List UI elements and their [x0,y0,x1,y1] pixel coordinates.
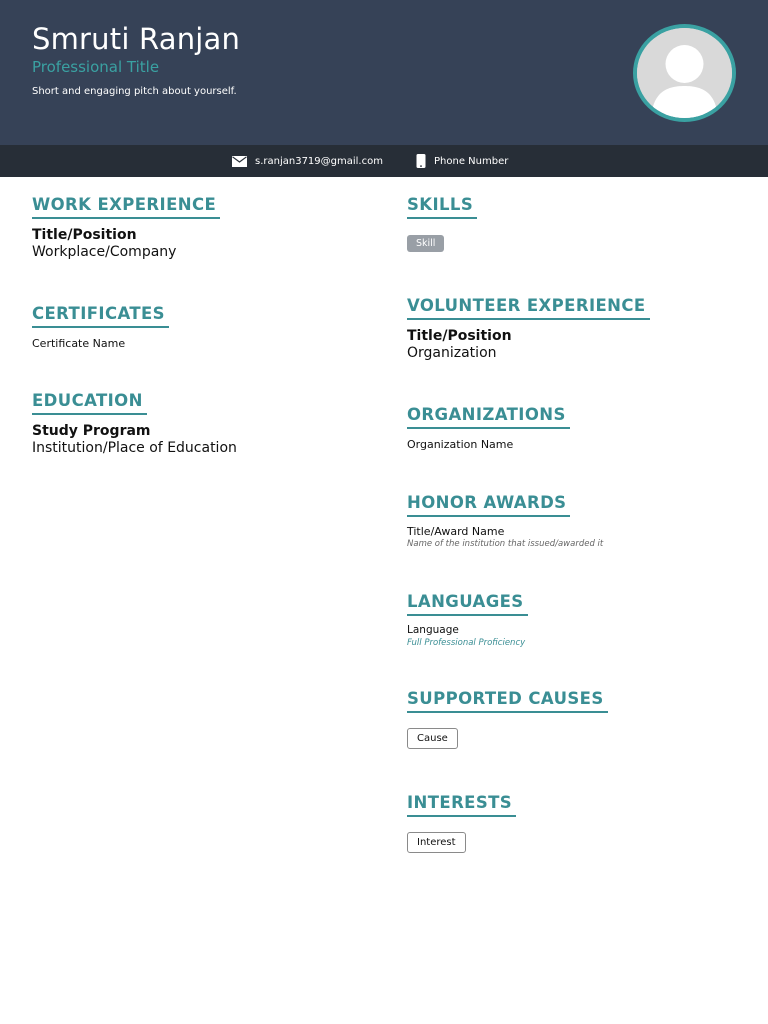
volunteer-organization: Organization [407,345,497,361]
contact-bar: s.ranjan3719@gmail.com Phone Number [0,145,768,177]
work-title: Title/Position [32,227,137,243]
phone-contact[interactable]: Phone Number [416,145,508,177]
avatar[interactable] [633,24,736,122]
volunteer-title: Title/Position [407,328,512,344]
phone-icon [416,154,426,168]
education-section: EDUCATION Study Program Institution/Plac… [32,391,237,457]
candidate-name: Smruti Ranjan [32,22,241,56]
award-title: Title/Award Name [407,525,505,538]
volunteer-section: VOLUNTEER EXPERIENCE Title/Position Orga… [407,296,650,362]
professional-title: Professional Title [32,58,160,76]
work-company: Workplace/Company [32,244,177,260]
education-program: Study Program [32,423,151,439]
languages-section: LANGUAGES Language Full Professional Pro… [407,592,528,648]
skills-heading: SKILLS [407,195,478,219]
certificates-heading: CERTIFICATES [32,304,169,328]
resume-header: Smruti Ranjan Professional Title Short a… [0,0,768,145]
organizations-heading: ORGANIZATIONS [407,405,570,429]
pitch-text: Short and engaging pitch about yourself. [32,86,237,97]
award-issuer: Name of the institution that issued/awar… [407,539,604,549]
skill-chip: Skill [407,235,445,252]
language-proficiency: Full Professional Proficiency [407,638,526,648]
honor-awards-heading: HONOR AWARDS [407,493,571,517]
honor-awards-section: HONOR AWARDS Title/Award Name Name of th… [407,493,603,549]
interest-tag: Interest [407,832,466,853]
languages-heading: LANGUAGES [407,592,528,616]
email-text: s.ranjan3719@gmail.com [255,155,383,167]
education-heading: EDUCATION [32,391,147,415]
supported-causes-section: SUPPORTED CAUSES Cause [407,689,608,749]
organization-name: Organization Name [407,438,514,451]
skills-section: SKILLS Skill [407,195,478,252]
phone-text: Phone Number [434,155,509,167]
education-institution: Institution/Place of Education [32,440,237,456]
supported-causes-heading: SUPPORTED CAUSES [407,689,608,713]
user-silhouette-icon [637,28,732,118]
interests-heading: INTERESTS [407,793,517,817]
email-contact[interactable]: s.ranjan3719@gmail.com [232,145,383,177]
certificate-name: Certificate Name [32,337,126,350]
volunteer-heading: VOLUNTEER EXPERIENCE [407,296,650,320]
work-experience-section: WORK EXPERIENCE Title/Position Workplace… [32,195,221,261]
language-name: Language [407,624,459,636]
envelope-icon [232,155,247,167]
interests-section: INTERESTS Interest [407,793,517,853]
certificates-section: CERTIFICATES Certificate Name [32,304,169,350]
cause-tag: Cause [407,728,458,749]
work-experience-heading: WORK EXPERIENCE [32,195,221,219]
organizations-section: ORGANIZATIONS Organization Name [407,405,570,451]
